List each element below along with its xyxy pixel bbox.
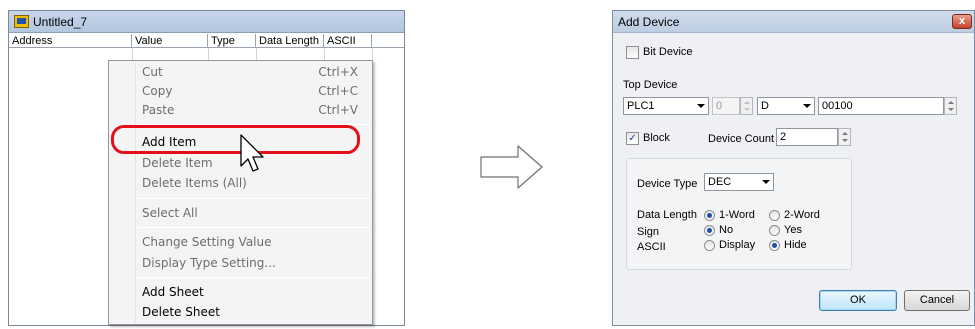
bit-device-checkbox[interactable] [626,46,639,59]
right-arrow-icon [480,145,543,189]
radio-label: 1-Word [719,209,755,221]
station-spinner[interactable] [740,97,753,115]
mouse-cursor-icon [240,134,264,172]
radio-label: Display [719,239,756,251]
menu-item-copy[interactable]: Copy Ctrl+C [142,82,358,100]
menu-item-add-sheet[interactable]: Add Sheet [142,283,358,301]
ok-button[interactable]: OK [819,290,897,311]
chevron-down-icon [697,104,705,108]
close-icon: x [958,15,966,27]
window-title-bar: Untitled_7 [9,11,404,33]
column-header-type[interactable]: Type [208,34,256,48]
menu-item-cut[interactable]: Cut Ctrl+X [142,63,358,81]
column-header-value[interactable]: Value [132,34,208,48]
bit-device-label: Bit Device [643,46,693,58]
block-checkbox[interactable]: ✓ [626,132,639,145]
radio-label: 2-Word [784,209,820,221]
radio-label: Hide [784,239,807,251]
menu-item-select-all[interactable]: Select All [142,204,358,222]
ascii-display-radio[interactable] [704,240,715,251]
shortcut-label: Ctrl+X [318,65,358,79]
check-icon: ✓ [628,133,637,144]
context-menu: Cut Ctrl+X Copy Ctrl+C Paste Ctrl+V Add … [108,60,373,325]
column-header-row: Address Value Type Data Length ASCII [9,34,404,48]
device-count-spinner[interactable] [838,128,851,146]
window-title: Untitled_7 [33,14,88,29]
column-header-ascii[interactable]: ASCII [324,34,372,48]
menu-separator [137,198,370,199]
shortcut-label: Ctrl+V [318,103,358,117]
sign-label: Sign [637,226,660,238]
radio-label: Yes [784,224,802,236]
ascii-label: ASCII [637,241,666,253]
address-spinner[interactable] [944,97,957,115]
device-type-select[interactable]: DEC [704,173,774,191]
monitor-icon [14,15,29,28]
device-count-input[interactable]: 2 [776,128,838,146]
data-format-group: Device Type DEC Data Length 1-Word 2-Wor… [626,158,852,270]
cancel-button[interactable]: Cancel [904,290,970,311]
station-field[interactable]: 0 [712,97,740,115]
device-select[interactable]: D [757,97,815,115]
data-length-2word-radio[interactable] [769,210,780,221]
highlight-ring [111,125,360,154]
sign-no-radio[interactable] [704,225,715,236]
block-label: Block [643,132,670,144]
menu-item-paste[interactable]: Paste Ctrl+V [142,101,358,119]
column-header-data-length[interactable]: Data Length [256,34,324,48]
data-length-1word-radio[interactable] [704,210,715,221]
menu-separator [137,277,370,278]
chevron-down-icon [803,104,811,108]
menu-item-delete-items-all[interactable]: Delete Items (All) [142,174,358,192]
top-device-label: Top Device [623,79,678,91]
ascii-hide-radio[interactable] [769,240,780,251]
plc-select[interactable]: PLC1 [623,97,709,115]
shortcut-label: Ctrl+C [318,84,358,98]
menu-icon-gutter [135,63,136,322]
sign-yes-radio[interactable] [769,225,780,236]
menu-item-change-setting-value[interactable]: Change Setting Value [142,233,358,251]
dialog-title: Add Device [618,14,680,29]
column-header-address[interactable]: Address [9,34,132,48]
device-count-label: Device Count [708,133,775,145]
add-device-dialog: Add Device x Bit Device Top Device PLC1 … [612,10,975,326]
close-button[interactable]: x [952,14,972,29]
radio-label: No [719,224,734,236]
device-address-input[interactable]: 00100 [818,97,944,115]
dialog-title-bar: Add Device [613,11,974,33]
device-type-label: Device Type [637,178,698,190]
menu-separator [137,227,370,228]
chevron-down-icon [762,180,770,184]
menu-item-delete-sheet[interactable]: Delete Sheet [142,303,358,321]
data-length-label: Data Length [637,209,697,221]
menu-item-display-type-setting[interactable]: Display Type Setting... [142,254,358,272]
